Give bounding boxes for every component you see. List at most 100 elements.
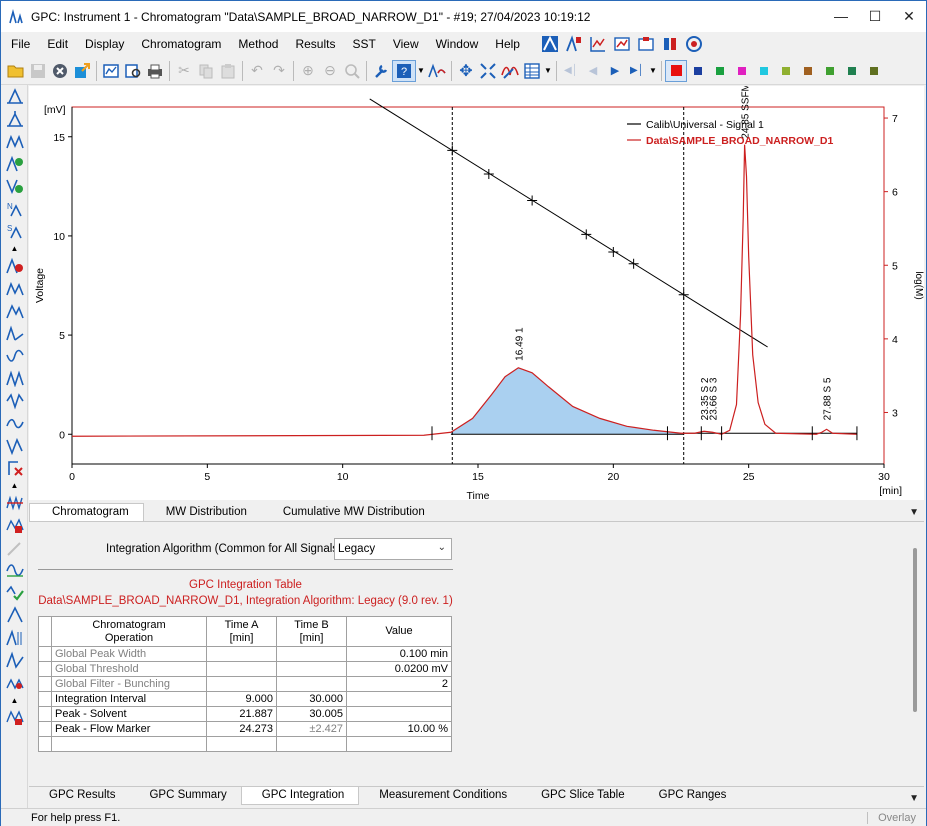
tab-gpc-integration[interactable]: GPC Integration <box>240 787 360 805</box>
row-header[interactable] <box>38 661 52 677</box>
cell-time-b[interactable] <box>276 736 347 752</box>
tab-cumulative-mw[interactable]: Cumulative MW Distribution <box>261 504 439 521</box>
color-gray[interactable] <box>841 60 863 82</box>
tab-chromatogram[interactable]: Chromatogram <box>29 503 144 521</box>
extra-tool-icon[interactable] <box>1 706 28 729</box>
chromatogram-svg[interactable]: 16.49 123.35 S 223.66 S 324.85 SSFM 427.… <box>29 74 924 502</box>
color-brown[interactable] <box>797 60 819 82</box>
single-peak-icon[interactable] <box>1 604 28 627</box>
smoothing-icon[interactable] <box>1 559 28 582</box>
color-darkgreen[interactable] <box>819 60 841 82</box>
tab-gpc-ranges[interactable]: GPC Ranges <box>639 787 741 804</box>
audit-icon[interactable] <box>685 35 703 53</box>
tabs-dropdown-icon[interactable]: ▼ <box>909 793 919 804</box>
peak-range-icon[interactable] <box>1 649 28 672</box>
color-green[interactable] <box>709 60 731 82</box>
row-header[interactable] <box>38 706 52 722</box>
tab-measurement-conditions[interactable]: Measurement Conditions <box>359 787 521 804</box>
dropdown-arrow-icon[interactable]: ▼ <box>648 60 658 82</box>
integration-icon[interactable] <box>426 60 448 82</box>
table-row[interactable]: Global Peak Width 0.100 min <box>38 646 452 662</box>
chromatogram-chart[interactable]: 16.49 1 23.35 S 2 23.66 S 3 24.85 SSFM 4 27.… <box>29 74 924 502</box>
solvent-peak-icon[interactable]: S <box>1 220 28 243</box>
cell-operation[interactable]: Global Threshold <box>51 661 207 677</box>
cell-time-a[interactable]: 24.273 <box>206 721 277 737</box>
menu-method[interactable]: Method <box>228 37 285 51</box>
reverse-valley-icon[interactable] <box>1 435 28 458</box>
calibration-chart-icon[interactable] <box>589 35 607 53</box>
save-icon[interactable] <box>27 60 49 82</box>
front-tangent-icon[interactable] <box>1 300 28 323</box>
peak-add-icon[interactable] <box>1 108 28 131</box>
menu-window[interactable]: Window <box>426 37 486 51</box>
print-icon[interactable] <box>144 60 166 82</box>
open-icon[interactable] <box>5 60 27 82</box>
report-chart-icon[interactable] <box>613 35 631 53</box>
cell-time-a[interactable] <box>206 676 277 692</box>
instrument-icon[interactable] <box>541 35 559 53</box>
preview-icon[interactable] <box>122 60 144 82</box>
peak-split-icon[interactable] <box>1 130 28 153</box>
minimize-button[interactable]: — <box>824 1 858 31</box>
menu-help[interactable]: Help <box>485 37 527 51</box>
color-navy[interactable] <box>687 60 709 82</box>
collapse-icon[interactable]: ▲ <box>1 243 28 255</box>
maximize-button[interactable]: ☐ <box>858 1 892 31</box>
fit-icon[interactable] <box>477 60 499 82</box>
cell-value[interactable]: 2 <box>346 676 452 692</box>
cell-time-a[interactable]: 21.887 <box>206 706 277 722</box>
tabs-dropdown-icon[interactable]: ▼ <box>909 507 919 518</box>
signal-settings-icon[interactable] <box>499 60 521 82</box>
table-row[interactable]: Peak - Flow Marker 24.273 ±2.427 10.00 % <box>38 721 452 737</box>
move-icon[interactable]: ✥ <box>455 60 477 82</box>
cell-time-a[interactable] <box>206 646 277 662</box>
scrollbar[interactable] <box>913 548 917 712</box>
next-icon[interactable]: ▶ <box>604 60 626 82</box>
last-icon[interactable]: ▶│ <box>626 60 648 82</box>
row-header[interactable] <box>38 691 52 707</box>
menu-edit[interactable]: Edit <box>37 37 75 51</box>
ok-peak-icon[interactable] <box>1 582 28 605</box>
tail-tangent-icon[interactable] <box>1 322 28 345</box>
table-row[interactable]: Global Filter - Bunching 2 <box>38 676 452 692</box>
tab-gpc-summary[interactable]: GPC Summary <box>129 787 240 804</box>
cell-operation[interactable]: Peak - Flow Marker <box>51 721 207 737</box>
cell-operation[interactable]: Peak - Solvent <box>51 706 207 722</box>
table-icon[interactable] <box>521 60 543 82</box>
spike-reduction-icon[interactable] <box>1 492 28 515</box>
table-row[interactable] <box>38 736 452 752</box>
row-header[interactable] <box>38 721 52 737</box>
tab-gpc-results[interactable]: GPC Results <box>29 787 129 804</box>
color-red-active[interactable] <box>665 59 687 82</box>
table-row[interactable]: Integration Interval 9.000 30.000 <box>38 691 452 707</box>
cell-operation[interactable]: Global Filter - Bunching <box>51 676 207 692</box>
cell-operation[interactable] <box>51 736 207 752</box>
cell-time-b[interactable]: ±2.427 <box>276 721 347 737</box>
baseline-icon[interactable] <box>1 277 28 300</box>
collapse-icon[interactable]: ▲ <box>1 694 28 706</box>
cell-value[interactable]: 10.00 % <box>346 721 452 737</box>
tab-gpc-slice-table[interactable]: GPC Slice Table <box>521 787 639 804</box>
cell-time-a[interactable] <box>206 661 277 677</box>
menu-file[interactable]: File <box>1 37 37 51</box>
peak-slice-icon[interactable] <box>1 627 28 650</box>
row-header[interactable] <box>38 736 52 752</box>
color-magenta[interactable] <box>731 60 753 82</box>
export-icon[interactable] <box>71 60 93 82</box>
row-header[interactable] <box>38 646 52 662</box>
vials-icon[interactable] <box>661 35 679 53</box>
overview-icon[interactable] <box>100 60 122 82</box>
cell-time-b[interactable] <box>276 646 347 662</box>
cell-value[interactable] <box>346 706 452 722</box>
color-dark-olive[interactable] <box>863 60 885 82</box>
cell-value[interactable] <box>346 736 452 752</box>
menu-sst[interactable]: SST <box>342 37 382 51</box>
forced-peak-icon[interactable] <box>1 367 28 390</box>
valley-icon[interactable] <box>1 175 28 198</box>
close-button[interactable]: ✕ <box>892 1 926 31</box>
cell-time-a[interactable] <box>206 736 277 752</box>
peak-icon[interactable] <box>1 85 28 108</box>
cell-time-b[interactable]: 30.000 <box>276 691 347 707</box>
color-olive[interactable] <box>775 60 797 82</box>
manual-integration-icon[interactable] <box>1 514 28 537</box>
